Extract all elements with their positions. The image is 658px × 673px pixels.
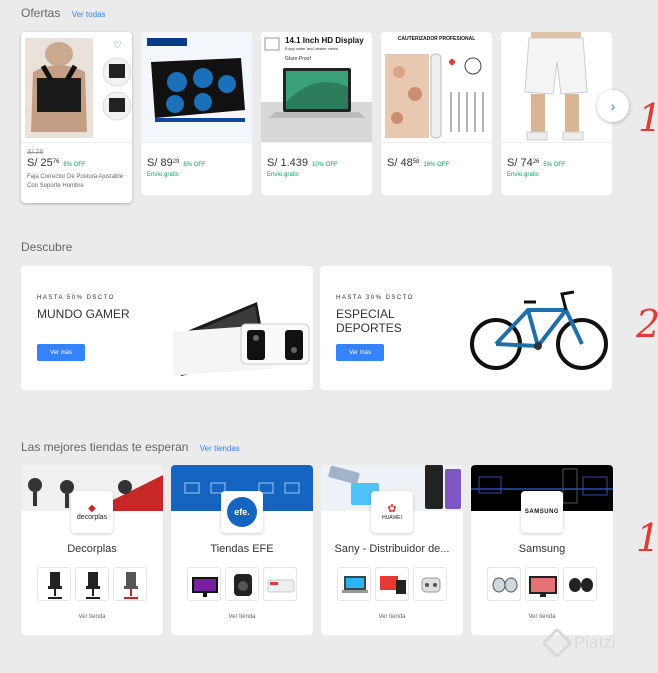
product-thumbnail[interactable]	[37, 567, 71, 601]
annotation-mark: 2	[636, 302, 658, 346]
store-logo-text: decorplas	[76, 513, 108, 521]
price-cents: 29	[172, 159, 180, 165]
discount-badge: 8% OFF	[63, 162, 86, 168]
offer-card[interactable]: S/ 89 29 6% OFF Envío gratis	[141, 32, 252, 195]
store-card-samsung[interactable]: SAMSUNG Samsung Ver tienda	[471, 465, 613, 635]
offer-card[interactable]: ♡ S/ 28 S/ 25 76 8% OFF Faja Corrector De…	[21, 32, 132, 203]
store-name: Decorplas	[67, 543, 117, 555]
discount-badge: 10% OFF	[311, 162, 338, 168]
product-thumbnail[interactable]	[337, 567, 371, 601]
store-name: Sany - Distribuidor de...	[334, 543, 450, 555]
discover-eyebrow: HASTA 50% DSCTO	[37, 295, 115, 301]
product-thumbnail[interactable]	[75, 567, 109, 601]
product-thumbnail[interactable]	[413, 567, 447, 601]
product-thumbnail[interactable]	[487, 567, 521, 601]
free-shipping-label: Envío gratis	[147, 172, 179, 178]
store-logo: SAMSUNG	[521, 491, 563, 533]
carousel-next-button[interactable]: ›	[597, 90, 629, 122]
store-logo-text: HUAWEI	[382, 515, 402, 521]
offer-image-laptop-cooler	[141, 32, 252, 142]
discover-eyebrow: HASTA 30% DSCTO	[336, 295, 414, 301]
chevron-right-icon: ›	[610, 98, 616, 114]
platzi-watermark: Platzi	[541, 627, 616, 659]
stores-header: Las mejores tiendas te esperan Ver tiend…	[21, 440, 240, 454]
offer-card[interactable]: CAUTERIZADOR PROFESIONAL S/ 48 58 18% OFF	[381, 32, 492, 195]
store-card-sany[interactable]: ✿ HUAWEI Sany - Distribuidor de... Ver t…	[321, 465, 463, 635]
discover-heading: MUNDO GAMER	[37, 307, 130, 321]
discover-card-sports[interactable]: HASTA 30% DSCTO ESPECIAL DEPORTES Ver má…	[320, 266, 612, 390]
product-thumbnail[interactable]	[525, 567, 559, 601]
offer-card[interactable]: S/ 74 26 5% OFF Envío gratis	[501, 32, 612, 195]
store-logo-text: efe.	[227, 497, 257, 527]
price-cents: 58	[412, 159, 420, 165]
offer-image-cauterizer: CAUTERIZADOR PROFESIONAL	[381, 32, 492, 142]
stores-title: Las mejores tiendas te esperan	[21, 440, 189, 454]
store-name: Tiendas EFE	[210, 543, 274, 555]
store-logo: ◆ decorplas	[71, 491, 113, 533]
price-cents: 76	[52, 159, 60, 165]
store-logo: efe.	[221, 491, 263, 533]
discover-card-gamer[interactable]: HASTA 50% DSCTO MUNDO GAMER Ver más	[21, 266, 313, 390]
offers-title: Ofertas	[21, 6, 61, 20]
price-cents: 26	[532, 159, 540, 165]
discover-heading: ESPECIAL DEPORTES	[336, 307, 402, 335]
heart-icon[interactable]: ♡	[113, 40, 122, 51]
see-store-link[interactable]: Ver tienda	[21, 614, 163, 620]
see-store-link[interactable]: Ver tienda	[321, 614, 463, 620]
product-thumbnail[interactable]	[563, 567, 597, 601]
price: S/ 1.439	[267, 157, 308, 169]
offers-see-all-link[interactable]: Ver todas	[72, 10, 106, 19]
see-store-link[interactable]: Ver tienda	[171, 614, 313, 620]
watermark-text: Platzi	[574, 633, 616, 652]
stores-see-all-link[interactable]: Ver tiendas	[200, 444, 240, 453]
see-more-button[interactable]: Ver más	[336, 344, 384, 361]
offer-image-shorts	[501, 32, 612, 142]
bicycle-image	[470, 290, 608, 370]
annotation-mark: 1	[636, 516, 658, 560]
offer-image-laptop: 14.1 Inch HD Display Enjoy wider and cle…	[261, 32, 372, 142]
offers-header: Ofertas Ver todas	[21, 6, 106, 20]
product-thumbnail[interactable]	[113, 567, 147, 601]
discount-badge: 6% OFF	[183, 162, 206, 168]
product-thumbnail[interactable]	[375, 567, 409, 601]
discover-title: Descubre	[21, 240, 73, 254]
price: S/ 25	[27, 157, 53, 169]
see-store-link[interactable]: Ver tienda	[471, 614, 613, 620]
offer-card[interactable]: 14.1 Inch HD Display Enjoy wider and cle…	[261, 32, 372, 195]
free-shipping-label: Envío gratis	[507, 172, 539, 178]
product-thumbnail[interactable]	[187, 567, 221, 601]
price: S/ 89	[147, 157, 173, 169]
offer-title: Faja Corrector De Postura Ajustable Con …	[27, 174, 124, 189]
store-card-decorplas[interactable]: ◆ decorplas Decorplas Ver tienda	[21, 465, 163, 635]
free-shipping-label: Envío gratis	[267, 172, 299, 178]
nintendo-switch-image	[173, 302, 310, 376]
store-logo-text: SAMSUNG	[524, 509, 560, 515]
discount-badge: 18% OFF	[423, 162, 450, 168]
store-name: Samsung	[518, 543, 566, 555]
store-logo: ✿ HUAWEI	[371, 491, 413, 533]
price: S/ 48	[387, 157, 413, 169]
see-more-button[interactable]: Ver más	[37, 344, 85, 361]
offer-image-posture-corrector: ♡	[21, 32, 132, 142]
platzi-logo-icon	[541, 627, 573, 659]
store-card-efe[interactable]: efe. Tiendas EFE Ver tienda	[171, 465, 313, 635]
old-price: S/ 28	[27, 149, 44, 156]
discount-badge: 5% OFF	[543, 162, 566, 168]
annotation-mark: 1	[638, 96, 658, 140]
product-thumbnail[interactable]	[263, 567, 297, 601]
price: S/ 74	[507, 157, 533, 169]
product-thumbnail[interactable]	[225, 567, 259, 601]
